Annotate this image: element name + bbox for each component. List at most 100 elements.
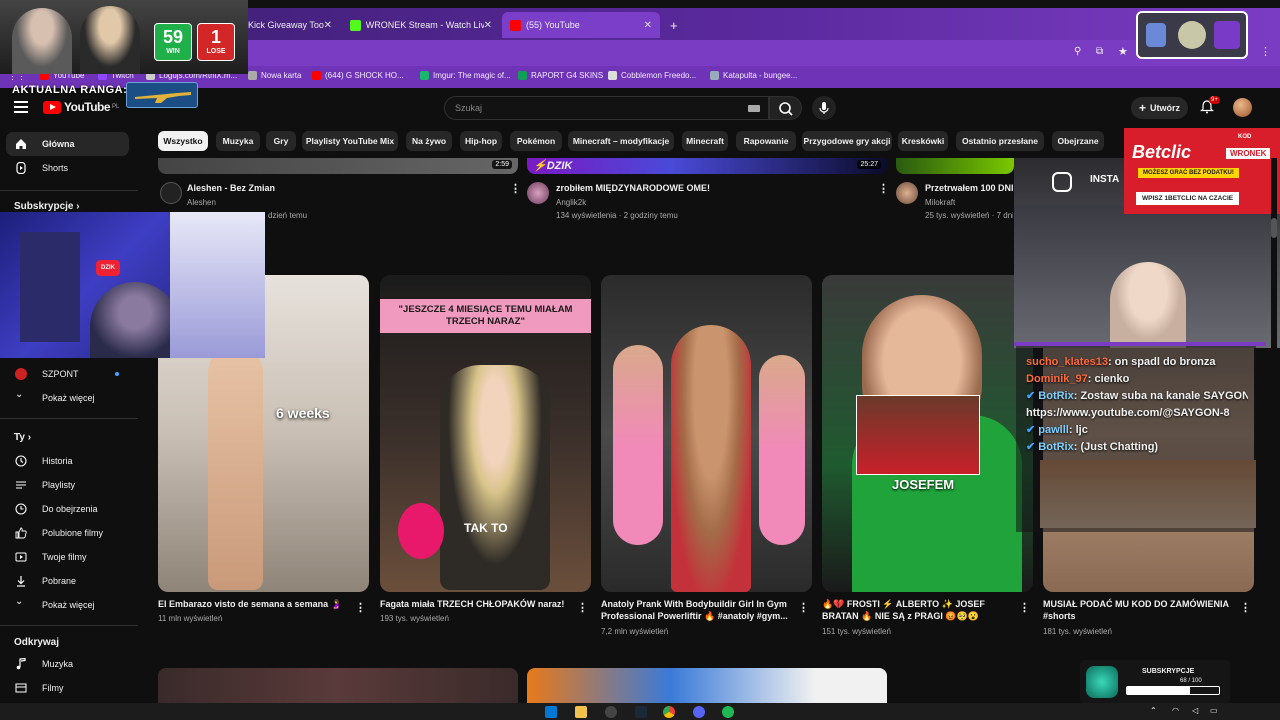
- chip-cartoons[interactable]: Kreskówki: [898, 131, 948, 151]
- video-thumbnail[interactable]: 2:59: [158, 158, 518, 174]
- chip-recently-uploaded[interactable]: Ostatnio przesłane: [956, 131, 1044, 151]
- create-button[interactable]: + Utwórz: [1131, 97, 1188, 119]
- discord-icon[interactable]: [693, 706, 705, 718]
- short-title[interactable]: Anatoly Prank With Bodybuildir Girl In G…: [601, 598, 791, 622]
- menu-icon[interactable]: [14, 101, 28, 113]
- channel-avatar[interactable]: [527, 182, 549, 204]
- channel-avatar[interactable]: [896, 182, 918, 204]
- sidebar-item-your-videos[interactable]: Twoje filmy: [6, 545, 129, 569]
- search-button[interactable]: [769, 96, 802, 120]
- chip-rap[interactable]: Rapowanie: [736, 131, 796, 151]
- more-options-icon[interactable]: ⋮: [1019, 603, 1030, 614]
- chrome-icon[interactable]: [663, 706, 675, 718]
- more-options-icon[interactable]: ⋮: [355, 603, 366, 614]
- zoom-icon[interactable]: ⚲: [1074, 46, 1081, 57]
- sidebar-item-watch-later[interactable]: Do obejrzenia: [6, 497, 129, 521]
- show-more-button[interactable]: ⌄ Pokaż więcej: [6, 593, 129, 617]
- chip-watched[interactable]: Obejrzane: [1052, 131, 1104, 151]
- sidebar-item-history[interactable]: Historia: [6, 449, 129, 473]
- steam-icon[interactable]: [635, 706, 647, 718]
- bookmark-katapulta[interactable]: Katapulta - bungee...: [710, 71, 797, 80]
- video-title[interactable]: Przetrwałem 100 DNI jako BEN 10 w Minecr…: [925, 183, 1013, 193]
- chip-youtube-mix[interactable]: Playlisty YouTube Mix: [302, 131, 398, 151]
- chip-pokemon[interactable]: Pokémon: [510, 131, 562, 151]
- short-title[interactable]: MUSIAŁ PODAĆ MU KOD DO ZAMÓWIENIA #short…: [1043, 598, 1233, 622]
- chip-live[interactable]: Na żywo: [406, 131, 452, 151]
- short-title[interactable]: 🔥💔 FROSTI ⚡ ALBERTO ✨ JOSEF BRATAN 🔥 NIE…: [822, 598, 1012, 622]
- tab-kick-giveaway[interactable]: Kick Giveaway Tool ✕: [240, 12, 340, 38]
- short-views: 193 tys. wyświetleń: [380, 614, 449, 623]
- chip-hip-hop[interactable]: Hip-hop: [460, 131, 502, 151]
- chip-all[interactable]: Wszystko: [158, 131, 208, 151]
- battery-icon[interactable]: ▭: [1210, 706, 1218, 715]
- bookmark-gshock[interactable]: (644) G SHOCK HO...: [312, 71, 404, 80]
- video-thumbnail[interactable]: [896, 158, 1014, 174]
- sidebar-item-liked[interactable]: Polubione filmy: [6, 521, 129, 545]
- video-title[interactable]: Aleshen - Bez Zmian: [187, 183, 487, 193]
- subscriptions-header[interactable]: Subskrypcje ›: [14, 201, 80, 212]
- new-tab-button[interactable]: +: [662, 12, 682, 38]
- chip-music[interactable]: Muzyka: [216, 131, 260, 151]
- sidebar-item-downloads[interactable]: Pobrane: [6, 569, 129, 593]
- short-title[interactable]: Fagata miała TRZECH CHŁOPAKÓW naraz!: [380, 598, 570, 610]
- bookmark-star-icon[interactable]: ★: [1118, 45, 1128, 58]
- close-icon[interactable]: ✕: [324, 20, 332, 31]
- bookmark-imgur[interactable]: Imgur: The magic of...: [420, 71, 511, 80]
- show-more-button[interactable]: ⌄ Pokaż więcej: [6, 386, 129, 410]
- short-title[interactable]: El Embarazo visto de semana a semana 🤰: [158, 598, 348, 610]
- sidebar-item-music[interactable]: Muzyka: [6, 652, 129, 676]
- more-options-icon[interactable]: ⋮: [878, 184, 889, 195]
- video-thumbnail[interactable]: ⚡DZIK 25:27: [527, 158, 887, 174]
- sidebar-item-home[interactable]: Główna: [6, 132, 129, 156]
- voice-search-button[interactable]: [812, 96, 836, 120]
- sidebar-item-playlists[interactable]: Playlisty: [6, 473, 129, 497]
- short-thumbnail[interactable]: JOSEFEM: [822, 275, 1033, 592]
- chip-minecraft-mods[interactable]: Minecraft – modyfikacje: [568, 131, 674, 151]
- chip-action-adventure[interactable]: Przygodowe gry akcji: [802, 131, 892, 151]
- more-options-icon[interactable]: ⋮: [798, 603, 809, 614]
- video-title[interactable]: zrobiłem MIĘDZYNARODOWE OME!: [556, 183, 866, 193]
- menu-icon[interactable]: ⋮: [1260, 45, 1271, 58]
- video-thumbnail[interactable]: [158, 668, 518, 703]
- channel-name[interactable]: Milokraft: [925, 198, 955, 207]
- youtube-logo[interactable]: YouTube PL: [43, 100, 119, 114]
- system-tray-icon[interactable]: ⌃: [1150, 706, 1157, 715]
- chip-games[interactable]: Gry: [266, 131, 296, 151]
- search-input[interactable]: Szukaj: [444, 96, 769, 120]
- tab-youtube[interactable]: (55) YouTube ✕: [502, 12, 660, 38]
- bookmark-cobblemon[interactable]: Cobblemon Freedo...: [608, 71, 696, 80]
- file-explorer-icon[interactable]: [575, 706, 587, 718]
- you-header[interactable]: Ty ›: [14, 432, 31, 443]
- channel-avatar[interactable]: [160, 182, 182, 204]
- more-options-icon[interactable]: ⋮: [510, 184, 521, 195]
- bookmark-raport[interactable]: RAPORT G4 SKINS: [518, 71, 603, 80]
- windows-start-icon[interactable]: [545, 706, 557, 718]
- video-thumbnail[interactable]: [527, 668, 887, 703]
- keyboard-icon[interactable]: [748, 105, 760, 112]
- scrollbar-thumb[interactable]: [1271, 218, 1277, 238]
- volume-icon[interactable]: ◁: [1192, 706, 1198, 715]
- duration-badge: 25:27: [857, 160, 881, 169]
- short-thumbnail[interactable]: [601, 275, 812, 592]
- channel-name[interactable]: Anglik2k: [556, 198, 586, 207]
- betclic-tagline: MOŻESZ GRAĆ BEZ PODATKU!: [1138, 168, 1239, 178]
- avatar[interactable]: [1233, 98, 1252, 117]
- obs-icon[interactable]: [605, 706, 617, 718]
- short-thumbnail[interactable]: "JESZCZE 4 MIESIĄCE TEMU MIAŁAM TRZECH N…: [380, 275, 591, 592]
- more-options-icon[interactable]: ⋮: [577, 603, 588, 614]
- bookmark-nowa-karta[interactable]: Nowa karta: [248, 71, 301, 80]
- chip-minecraft[interactable]: Minecraft: [682, 131, 728, 151]
- sidebar-item-movies[interactable]: Filmy: [6, 676, 129, 700]
- tab-wronek-stream[interactable]: WRONEK Stream - Watch Live o ✕: [342, 12, 500, 38]
- scrollbar[interactable]: [1271, 158, 1277, 703]
- install-icon[interactable]: ⧉: [1096, 46, 1103, 57]
- more-options-icon[interactable]: ⋮: [1240, 603, 1251, 614]
- close-icon[interactable]: ✕: [644, 20, 652, 31]
- channel-name[interactable]: Aleshen: [187, 198, 216, 207]
- spotify-icon[interactable]: [722, 706, 734, 718]
- sidebar-item-shorts[interactable]: Shorts: [6, 156, 129, 180]
- streamer-webcam: DZIK: [0, 212, 265, 358]
- sidebar-item-szpont[interactable]: SZPONT: [6, 362, 129, 386]
- wifi-icon[interactable]: ◠: [1172, 706, 1179, 715]
- close-icon[interactable]: ✕: [484, 20, 492, 31]
